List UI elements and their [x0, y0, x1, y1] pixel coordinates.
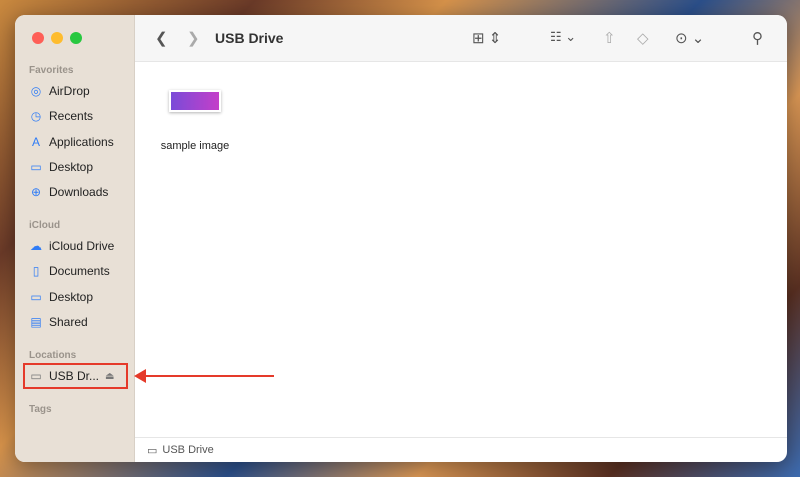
downloads-icon: ⊕: [30, 185, 42, 199]
section-icloud: iCloud: [29, 220, 61, 231]
section-tags: Tags: [29, 404, 52, 415]
window-title: USB Drive: [215, 30, 284, 46]
highlight-box: [23, 363, 128, 389]
drive-icon: ▭: [147, 444, 158, 457]
window-controls: [32, 32, 82, 44]
view-grid-icon[interactable]: ⊞ ⇕: [472, 29, 501, 47]
zoom-button[interactable]: [70, 32, 82, 44]
annotation-arrow: [134, 369, 274, 383]
path-item[interactable]: USB Drive: [162, 444, 213, 456]
sidebar-item-recents[interactable]: ◷ Recents: [29, 106, 93, 126]
label: Downloads: [49, 185, 109, 199]
label: Shared: [49, 315, 88, 329]
section-favorites: Favorites: [29, 65, 74, 76]
desktop-icon: ▭: [30, 290, 42, 304]
clock-icon: ◷: [30, 109, 42, 123]
label: Documents: [49, 264, 110, 278]
minimize-button[interactable]: [51, 32, 63, 44]
label: iCloud Drive: [49, 239, 115, 253]
section-locations: Locations: [29, 350, 77, 361]
file-name: sample image: [160, 140, 230, 152]
sidebar-item-downloads[interactable]: ⊕ Downloads: [29, 182, 108, 202]
forward-icon[interactable]: ❯: [187, 29, 200, 47]
tag-icon[interactable]: ◇: [637, 29, 649, 47]
label: Desktop: [49, 160, 94, 174]
shared-folder-icon: ▤: [30, 315, 42, 329]
sidebar-item-documents[interactable]: ▯ Documents: [29, 261, 110, 281]
file-item[interactable]: sample image: [155, 90, 235, 152]
desktop-icon: ▭: [30, 160, 42, 174]
more-actions-icon[interactable]: ⊙ ⌄: [675, 29, 704, 47]
document-icon: ▯: [32, 264, 40, 278]
finder-window: Favorites ◎ AirDrop ◷ Recents A Application…: [15, 15, 787, 462]
airdrop-icon: ◎: [30, 84, 42, 98]
label: Desktop: [49, 290, 94, 304]
back-icon[interactable]: ❮: [155, 29, 168, 47]
sidebar-item-desktop[interactable]: ▭ Desktop: [29, 157, 93, 177]
sidebar-item-applications[interactable]: A Applications: [29, 132, 114, 152]
search-icon[interactable]: ⚲: [752, 29, 763, 47]
content-area: ❮ ❯ USB Drive ⊞ ⇕ ☷ ⌄ ⇧ ◇ ⊙ ⌄ ⚲ sample i…: [135, 15, 787, 462]
sidebar: Favorites ◎ AirDrop ◷ Recents A Application…: [15, 15, 135, 462]
label: Applications: [49, 135, 114, 149]
applications-icon: A: [31, 135, 40, 149]
sidebar-item-airdrop[interactable]: ◎ AirDrop: [29, 81, 90, 101]
image-thumbnail: [169, 90, 221, 112]
cloud-icon: ☁: [30, 239, 42, 253]
label: AirDrop: [49, 84, 90, 98]
path-bar: ▭ USB Drive: [135, 437, 787, 462]
group-icon[interactable]: ☷ ⌄: [550, 29, 576, 45]
toolbar: ❮ ❯ USB Drive ⊞ ⇕ ☷ ⌄ ⇧ ◇ ⊙ ⌄ ⚲: [135, 15, 787, 62]
close-button[interactable]: [32, 32, 44, 44]
sidebar-item-icloud-desktop[interactable]: ▭ Desktop: [29, 287, 93, 307]
label: Recents: [49, 109, 94, 123]
sidebar-item-icloud-drive[interactable]: ☁ iCloud Drive: [29, 236, 114, 256]
share-icon[interactable]: ⇧: [603, 29, 616, 47]
sidebar-item-shared[interactable]: ▤ Shared: [29, 312, 88, 332]
